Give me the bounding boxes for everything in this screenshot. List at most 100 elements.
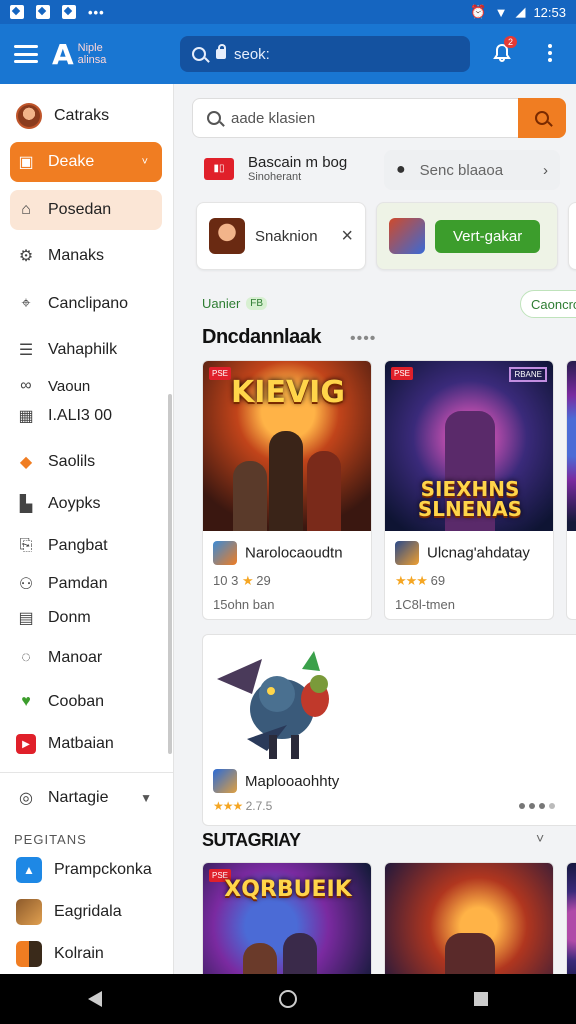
game-card[interactable]: PSE RBANE SIEXHNS SLNENAS Ulcnag'ahdatay…	[384, 360, 554, 620]
sidebar-item-label: Pamdan	[48, 575, 108, 592]
home-circle-icon[interactable]	[278, 990, 297, 1008]
sidebar-item-label: Posedan	[48, 201, 112, 218]
chip-thumbnail	[389, 218, 425, 254]
recents-icon[interactable]	[473, 992, 488, 1006]
game-rating: 10 3 ★ 29	[213, 573, 361, 589]
sidebar-item-apps[interactable]: ▙ Aoypks	[10, 484, 162, 524]
battery-text: 12:53	[533, 4, 566, 20]
brand-subtitle: Sinoherant	[248, 171, 302, 183]
status-more: •••	[88, 4, 105, 20]
content-search-placeholder: aade klasien	[231, 109, 316, 127]
game-card-partial[interactable]	[566, 360, 576, 620]
sidebar-app-label: Prampckonka	[54, 861, 152, 878]
alarm-icon: ⏰	[470, 4, 487, 19]
chip-thumbnail	[209, 218, 245, 254]
close-icon[interactable]: ×	[341, 225, 353, 248]
sidebar-item-movies[interactable]: ▶ Matbaian	[10, 724, 162, 764]
sidebar-item-home[interactable]: ⌂ Posedan	[10, 190, 162, 230]
menu-icon[interactable]	[14, 45, 38, 63]
main-content: aade klasien ▮▯ Bascain m bog Sinoherant…	[174, 84, 576, 974]
featured-rating: ★★★ 2.7.5	[213, 799, 272, 813]
sidebar-item-label: I.ALI3 00	[48, 407, 113, 424]
chip-card-snaknion[interactable]: Snaknion ×	[196, 202, 366, 270]
sidebar-app-label: Eagridala	[54, 903, 122, 920]
game-icon	[395, 541, 419, 565]
rating-value: 29	[256, 573, 271, 588]
sidebar: Catraks ▣ Deake ˅ ⌂ Posedan ⚙ Manaks ⌖ C…	[0, 84, 174, 974]
chip-card-partial[interactable]	[568, 202, 576, 270]
sidebar-divider	[0, 772, 173, 773]
sidebar-item-label: Manaks	[48, 247, 105, 264]
search-icon	[535, 111, 549, 125]
featured-game-card[interactable]: Maplooaohhty ★★★ 2.7.5	[202, 634, 576, 826]
game-artwork: PSE XQRBUEIK	[203, 863, 371, 974]
featured-title-row: Maplooaohhty	[213, 769, 339, 793]
section-title-2: SUTAGRIAY	[202, 830, 301, 850]
app-logo[interactable]: A Niple alinsa	[52, 38, 106, 71]
character-figure	[445, 933, 495, 974]
chip-card-promo[interactable]: Vert-gakar	[376, 202, 558, 270]
sidebar-item-games[interactable]: ◆ Saolils	[10, 442, 162, 482]
sidebar-item-manage[interactable]: ⚙ Manaks	[10, 236, 162, 276]
sidebar-item-link[interactable]: ∞ Vaoun	[10, 374, 162, 398]
sidebar-scrollbar[interactable]	[168, 394, 172, 754]
game-artwork: PSE KIEVIG	[203, 361, 371, 531]
star-icon: ★★★	[395, 573, 428, 588]
game-card[interactable]: PSE KIEVIG Narolocaoudtn 10 3 ★ 29 15ohn…	[202, 360, 372, 620]
sidebar-item-label: Aoypks	[48, 495, 101, 512]
top-search-input[interactable]: seok:	[180, 36, 470, 72]
sidebar-app-2[interactable]: Eagridala	[10, 892, 162, 932]
top-search-placeholder: seok:	[234, 45, 270, 63]
sidebar-item-location[interactable]: ⌖ Canclipano	[10, 284, 162, 324]
sidebar-item-window[interactable]: ▤ Donm	[10, 598, 162, 638]
star-icon: ★	[241, 573, 254, 588]
game-art-title: KIEVIG	[231, 375, 345, 410]
game-artwork: PSE RBANE SIEXHNS SLNENAS	[385, 361, 553, 531]
brand-row[interactable]: ▮▯ Bascain m bog Sinoherant	[204, 154, 347, 183]
lock-icon	[216, 44, 226, 59]
game-card[interactable]: PSE XQRBUEIK	[202, 862, 372, 974]
person-icon: ●	[396, 161, 406, 178]
chat-icon: ◌	[21, 649, 31, 666]
logo-text: Niple alinsa	[78, 42, 107, 66]
game-icon	[213, 541, 237, 565]
back-icon[interactable]	[88, 991, 103, 1007]
carousel-dots[interactable]	[519, 803, 555, 809]
edition-badge: RBANE	[509, 367, 547, 382]
chevron-down-icon[interactable]: ˅	[536, 830, 544, 846]
sidebar-item-calendar[interactable]: ▦ I.ALI3 00	[10, 402, 162, 430]
app-icon: ▲	[16, 857, 42, 883]
promo-button[interactable]: Vert-gakar	[435, 219, 541, 253]
content-search-input[interactable]: aade klasien	[192, 98, 566, 138]
app-icon	[16, 941, 42, 967]
overflow-menu-icon[interactable]	[548, 44, 554, 62]
notifications-button[interactable]: 2	[490, 36, 518, 66]
game-card-partial[interactable]	[566, 862, 576, 974]
sidebar-app-1[interactable]: ▲ Prampckonka	[10, 850, 162, 890]
notification-icon	[36, 5, 50, 19]
sidebar-item-navigate[interactable]: ◎ Nartagie ▼	[10, 778, 162, 818]
store-icon: ▣	[18, 154, 34, 171]
wifi-icon: ▼	[494, 4, 508, 20]
sidebar-item-chat[interactable]: ◌ Manoar	[10, 638, 162, 678]
more-icon[interactable]: ••••	[350, 330, 376, 348]
search-button[interactable]	[518, 98, 566, 138]
filter-pill[interactable]: Caoncrc	[520, 290, 576, 318]
tag-text: Uanier	[202, 296, 241, 311]
game-artwork	[567, 361, 576, 531]
featured-title: Maplooaohhty	[245, 772, 340, 790]
sidebar-item-list[interactable]: ☰ Vahaphilk	[10, 330, 162, 370]
sidebar-item-store[interactable]: ▣ Deake ˅	[10, 142, 162, 182]
sidebar-item-bookmarks[interactable]: ⎘ Pangbat	[10, 526, 162, 566]
rating-value: 2.7.5	[245, 799, 273, 813]
sidebar-item-label: Manoar	[48, 649, 103, 666]
settings-icon: ⚙	[18, 248, 34, 265]
logo-letter: A	[52, 37, 74, 71]
sidebar-item-favorites[interactable]: ♥ Cooban	[10, 682, 162, 722]
game-card[interactable]	[384, 862, 554, 974]
star-icon: ★★★	[213, 799, 243, 813]
sidebar-app-3[interactable]: Kolrain	[10, 934, 162, 974]
account-select[interactable]: ● Senc blaaoa ›	[384, 150, 560, 190]
sidebar-item-profile[interactable]: Catraks	[10, 96, 162, 136]
home-icon: ⌂	[21, 201, 31, 218]
